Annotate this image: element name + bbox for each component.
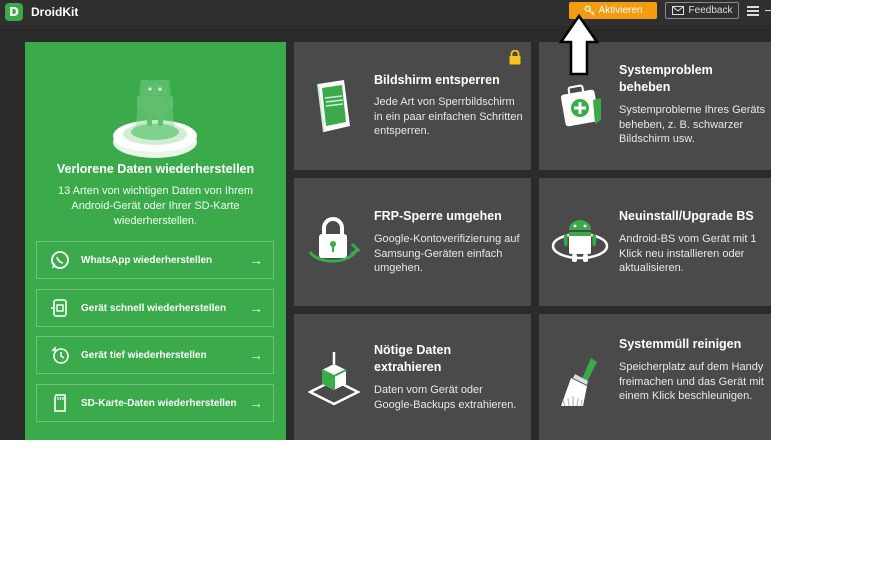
quick-recover-item[interactable]: Gerät schnell wiederherstellen → (36, 289, 274, 327)
arrow-right-icon: → (249, 252, 263, 268)
reinstall-os-description: Android-BS vom Gerät mit 1 Klick neu ins… (619, 233, 757, 274)
first-aid-kit-icon (560, 84, 601, 127)
unlock-screen-title: Bildshirm entsperren (374, 73, 500, 87)
junk-cleanup-card[interactable]: Systemmüll reinigen Speicherplatz auf de… (539, 314, 771, 440)
reinstall-os-title: Neuinstall/Upgrade BS (619, 209, 754, 223)
minimize-icon[interactable] (765, 10, 771, 11)
up-arrow-annotation-icon (558, 14, 600, 76)
quick-recover-label: Gerät schnell wiederherstellen (81, 302, 227, 314)
extract-data-card[interactable]: Nötige Daten extrahieren Daten vom Gerät… (294, 314, 531, 440)
extract-box-icon (308, 352, 360, 406)
junk-cleanup-title: Systemmüll reinigen (619, 337, 742, 351)
frp-bypass-title: FRP-Sperre umgehen (374, 209, 502, 223)
droidkit-window: D DroidKit Aktivieren Feedback Verlorene… (0, 0, 771, 440)
extract-data-description: Daten vom Gerät oder Google-Backups extr… (374, 384, 517, 411)
reinstall-os-card[interactable]: Neuinstall/Upgrade BS Android-BS vom Ger… (539, 178, 771, 306)
unlock-screen-icon (317, 80, 350, 133)
arrow-right-icon: → (249, 347, 263, 363)
activate-label: Aktivieren (598, 5, 643, 16)
deep-recover-label: Gerät tief wiederherstellen (81, 349, 207, 361)
padlock-icon (308, 217, 361, 263)
feedback-button[interactable]: Feedback (665, 2, 739, 19)
sd-card-recover-item[interactable]: SD-Karte-Daten wiederherstellen → (36, 384, 274, 422)
feedback-label: Feedback (688, 5, 733, 16)
app-title: DroidKit (31, 5, 79, 19)
system-repair-description: Systemprobleme Ihres Geräts beheben, z. … (619, 104, 766, 145)
unlock-screen-description: Jede Art von Sperrbildschirm in ein paar… (374, 96, 523, 137)
frp-bypass-card[interactable]: FRP-Sperre umgehen Google-Kontoverifizie… (294, 178, 531, 306)
frp-bypass-description: Google-Kontoverifizierung auf Samsung-Ge… (374, 233, 520, 274)
lock-badge-icon (509, 50, 521, 65)
recover-data-panel[interactable]: Verlorene Daten wiederherstellen 13 Arte… (25, 42, 286, 440)
deep-recover-item[interactable]: Gerät tief wiederherstellen → (36, 336, 274, 374)
mail-icon (671, 6, 684, 15)
sd-card-icon (49, 392, 71, 414)
whatsapp-recover-item[interactable]: WhatsApp wiederherstellen → (36, 241, 274, 279)
android-robot-icon (551, 220, 609, 262)
deep-recover-icon (49, 344, 71, 366)
system-repair-title: Systemproblem beheben (619, 63, 713, 94)
arrow-right-icon: → (249, 395, 263, 411)
droidkit-logo-icon: D (5, 3, 23, 21)
recover-data-description: 13 Arten von wichtigen Daten von Ihrem A… (57, 185, 254, 227)
title-bar: D DroidKit Aktivieren Feedback (0, 0, 771, 25)
broom-icon (561, 358, 597, 407)
sd-card-recover-label: SD-Karte-Daten wiederherstellen (81, 397, 237, 409)
whatsapp-recover-label: WhatsApp wiederherstellen (81, 254, 213, 266)
menu-icon[interactable] (747, 6, 759, 16)
whatsapp-icon (49, 249, 71, 271)
arrow-right-icon: → (249, 300, 263, 316)
unlock-screen-card[interactable]: Bildshirm entsperren Jede Art von Sperrb… (294, 42, 531, 170)
junk-cleanup-description: Speicherplatz auf dem Handy freimachen u… (619, 361, 764, 402)
extract-data-title: Nötige Daten extrahieren (374, 343, 452, 374)
android-recovery-illustration-icon (113, 80, 197, 158)
quick-recover-icon (49, 297, 71, 319)
recover-data-title: Verlorene Daten wiederherstellen (56, 162, 255, 176)
